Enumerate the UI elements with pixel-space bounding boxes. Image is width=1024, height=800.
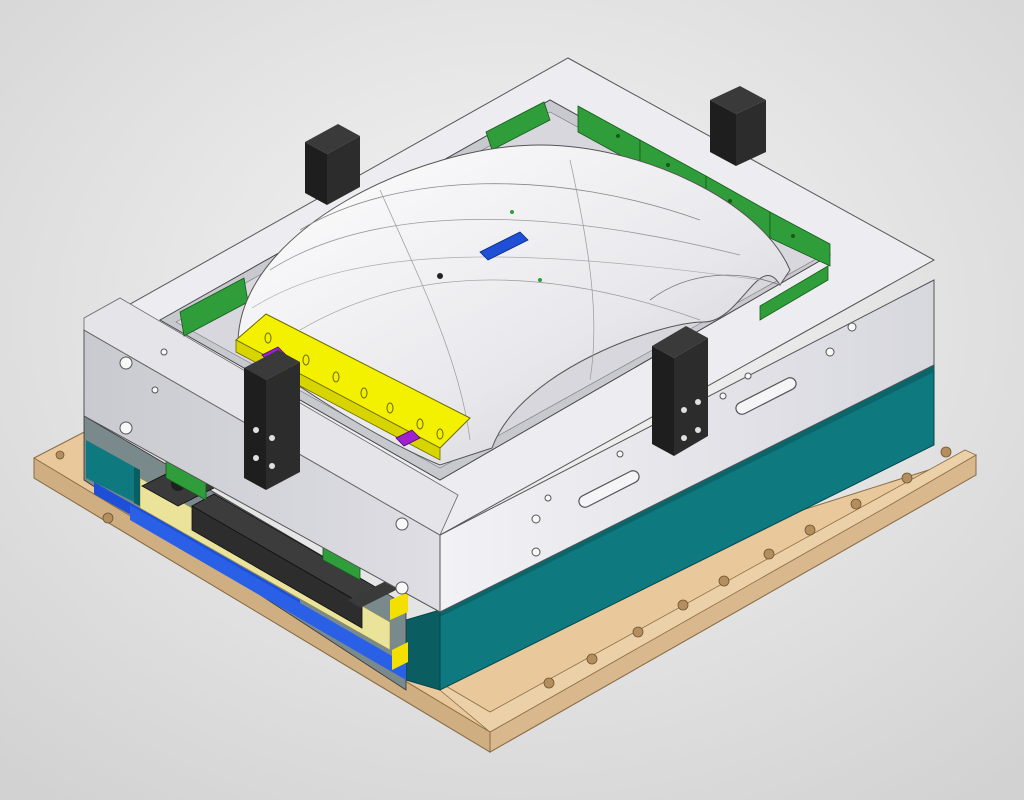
cad-viewport[interactable] — [0, 0, 1024, 800]
block-top-right — [710, 86, 766, 166]
mold-render — [0, 0, 1024, 800]
block-front-left — [244, 350, 300, 490]
block-front-right — [652, 326, 708, 456]
